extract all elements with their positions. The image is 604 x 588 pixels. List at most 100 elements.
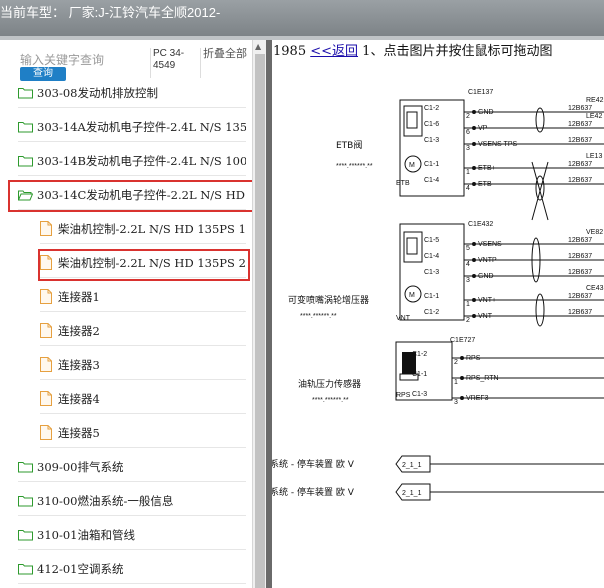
pc-code: PC 34-4549 (150, 48, 194, 78)
collapse-all-button[interactable]: 折叠全部 (200, 48, 250, 78)
vnt-sub: VNT (396, 315, 411, 322)
tree-folder-item[interactable]: 412-01空调系统 (18, 554, 246, 584)
pin-number: 3 (454, 399, 458, 406)
pin-connector: C1-5 (424, 237, 439, 244)
wiring-diagram[interactable]: M C1E137 ETB ETB阀 ****.******.** C1-22GN… (272, 60, 604, 588)
tree-item-label: 309-00排气系统 (37, 459, 124, 474)
tree-item-label: 303-14B发动机电子控件-2.4L N/S 100 (37, 153, 246, 168)
etb-block: M C1E137 ETB ETB阀 ****.******.** C1-22GN… (336, 89, 604, 221)
pin-connector: C1-1 (424, 161, 439, 168)
tree-folder-item[interactable]: 303-14A发动机电子控件-2.4L N/S 135 (18, 112, 246, 142)
tree-doc-item[interactable]: 连接器5 (40, 418, 246, 448)
pin-terminal (472, 274, 476, 278)
instruction-text: 1、点击图片并按住鼠标可拖动图 (362, 44, 553, 59)
pin-connector: C1-3 (412, 391, 427, 398)
wire-code: 12B637 (568, 121, 592, 128)
pin-connector: C1-2 (412, 351, 427, 358)
tree-folder-item[interactable]: 310-01油箱和管线 (18, 520, 246, 550)
pin-terminal (472, 298, 476, 302)
tree-folder-item[interactable]: 303-14B发动机电子控件-2.4L N/S 100 (18, 146, 246, 176)
wire-code: 12B637 (568, 309, 592, 316)
pin-terminal (472, 110, 476, 114)
folder-icon (18, 563, 33, 574)
document-icon (40, 323, 52, 338)
tree-folder-item[interactable]: 309-00排气系统 (18, 452, 246, 482)
pin-connector: C1-1 (424, 293, 439, 300)
pin-terminal (472, 126, 476, 130)
tree-item-label: 310-00燃油系统-一般信息 (37, 493, 174, 508)
pin-number: 4 (466, 185, 470, 192)
wire-destination: LE42 (586, 113, 602, 120)
sidebar-scrollbar[interactable]: ▲ (252, 40, 266, 588)
pin-terminal (460, 376, 464, 380)
selected-doc-highlight (38, 249, 250, 281)
rps-name: 油轨压力传感器 (298, 378, 361, 390)
pin-connector: C1-2 (424, 309, 439, 316)
vnt-block: M C1E432 VNT 可变喷嘴涡轮增压器 ****.******.** C1… (288, 221, 604, 327)
pin-number: 2 (454, 359, 458, 366)
pin-number: 4 (466, 261, 470, 268)
tree-item-label: 连接器5 (58, 425, 100, 440)
reference-lines: 系统 - 停车装置 欧 V 2_1_1 系统 - 停车装置 欧 V 2_1_1 (272, 455, 604, 501)
tree-folder-item[interactable]: 303-08发动机排放控制 (18, 78, 246, 108)
tree-item-label: 310-01油箱和管线 (37, 527, 135, 542)
pin-number: 6 (466, 129, 470, 136)
pin-number: 2 (466, 317, 470, 324)
wire-destination: LE13 (586, 153, 602, 160)
rps-pins: C1-22RPSC1-11RPS_RTNC1-33VREF3 (412, 351, 604, 406)
folder-icon (18, 87, 33, 98)
document-icon (40, 221, 52, 236)
title-bar: 当前车型： 厂家:J-江铃汽车全顺2012- (0, 0, 604, 36)
document-icon (40, 357, 52, 372)
back-link[interactable]: <<返回 (310, 44, 358, 59)
pin-number: 1 (466, 301, 470, 308)
tree-doc-item[interactable]: 连接器1 (40, 282, 246, 312)
scrollbar-thumb[interactable] (255, 54, 265, 588)
etb-pins: C1-22GND12B637RE42C1-66VP12B637LE42C1-33… (424, 97, 604, 192)
pin-terminal (472, 166, 476, 170)
wire-code: 12B637 (568, 237, 592, 244)
pin-connector: C1-3 (424, 269, 439, 276)
tree-item-label: 连接器2 (58, 323, 100, 338)
content-pane: 1985 <<返回 1、点击图片并按住鼠标可拖动图 M C1E137 ETB E… (272, 40, 604, 588)
content-header: 1985 <<返回 1、点击图片并按住鼠标可拖动图 (272, 40, 604, 60)
scroll-up-icon[interactable]: ▲ (255, 42, 261, 51)
tree-doc-item[interactable]: 连接器2 (40, 316, 246, 346)
folder-icon (18, 461, 33, 472)
vnt-code: C1E432 (468, 221, 493, 228)
etb-name: ETB阀 (336, 140, 362, 151)
reference-tag: 2_1_1 (402, 462, 422, 469)
pin-number: 3 (466, 145, 470, 152)
selected-folder-highlight (8, 180, 262, 212)
vnt-pins: C1-55VSENS12B637VE82C1-44VNTP12B637C1-33… (424, 229, 604, 324)
pin-terminal (472, 258, 476, 262)
wire-code: 12B637 (568, 161, 592, 168)
tree-folder-item[interactable]: 310-00燃油系统-一般信息 (18, 486, 246, 516)
pin-connector: C1-2 (424, 105, 439, 112)
reference-text: 系统 - 停车装置 欧 V (272, 458, 355, 470)
reference-text: 系统 - 停车装置 欧 V (272, 486, 355, 498)
wire-code: 12B637 (568, 177, 592, 184)
tree-item-label: 柴油机控制-2.2L N/S HD 135PS 1 (58, 221, 246, 236)
svg-text:M: M (409, 292, 415, 299)
pin-terminal (460, 396, 464, 400)
page-number: 1985 (273, 44, 307, 59)
document-icon (40, 289, 52, 304)
wire-destination: RE42 (586, 97, 604, 104)
current-vehicle-label: 当前车型： 厂家:J-江铃汽车全顺2012- (0, 5, 221, 20)
sidebar: 查询 PC 34-4549 折叠全部 303-08发动机排放控制303-14A发… (0, 40, 266, 588)
svg-text:M: M (409, 162, 415, 169)
pin-terminal (472, 314, 476, 318)
tree-item-label: 303-08发动机排放控制 (37, 85, 158, 100)
etb-sub: ETB (396, 180, 410, 187)
folder-icon (18, 155, 33, 166)
tree-doc-item[interactable]: 柴油机控制-2.2L N/S HD 135PS 1 (40, 214, 246, 244)
tree-item-label: 连接器4 (58, 391, 100, 406)
reference-tag: 2_1_1 (402, 490, 422, 497)
wire-destination: CE43 (586, 285, 604, 292)
pin-terminal (472, 182, 476, 186)
tree-item-label: 412-01空调系统 (37, 561, 124, 576)
tree-doc-item[interactable]: 连接器4 (40, 384, 246, 414)
tree-doc-item[interactable]: 连接器3 (40, 350, 246, 380)
tree-item-label: 连接器3 (58, 357, 100, 372)
